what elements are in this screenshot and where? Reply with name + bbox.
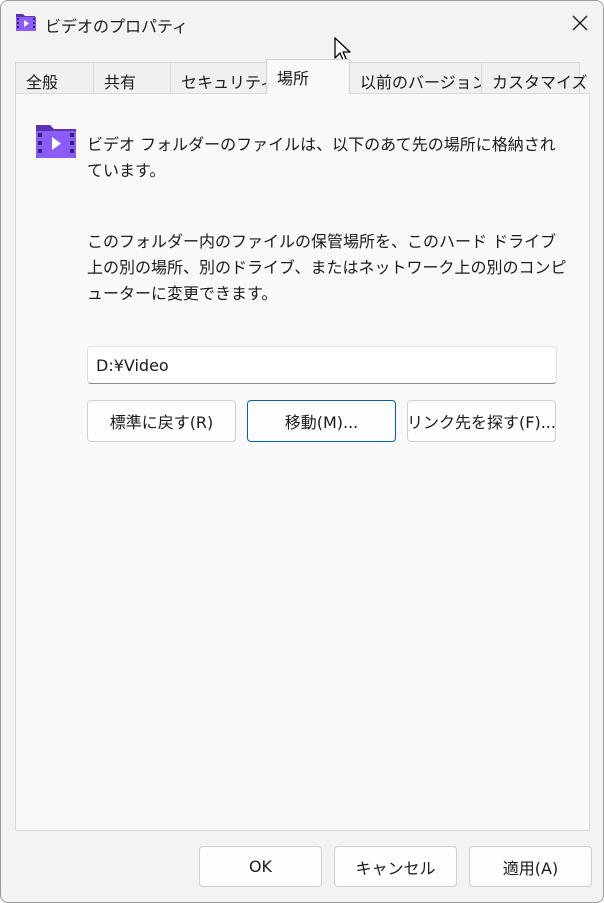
tab-previous-versions[interactable]: 以前のバージョン xyxy=(349,62,488,93)
ok-button[interactable]: OK xyxy=(199,846,322,887)
cancel-button[interactable]: キャンセル xyxy=(334,846,457,887)
close-button[interactable] xyxy=(557,1,603,45)
folder-path-input[interactable] xyxy=(87,346,557,384)
apply-button[interactable]: 適用(A) xyxy=(469,846,592,887)
title-bar: ビデオのプロパティ xyxy=(1,1,603,45)
tab-security[interactable]: セキュリティ xyxy=(170,62,276,93)
relocate-description: このフォルダー内のファイルの保管場所を、このハード ドライブ上の別の場所、別のド… xyxy=(87,232,567,303)
tab-location[interactable]: 場所 xyxy=(266,59,350,94)
restore-default-button[interactable]: 標準に戻す(R) xyxy=(87,400,236,442)
properties-dialog: ビデオのプロパティ 全般 共有 セキュリティ 場所 以前のバージョン カスタマイ… xyxy=(0,0,604,903)
video-folder-icon xyxy=(36,125,76,158)
location-description: ビデオ フォルダーのファイルは、以下のあて先の場所に格納されています。 xyxy=(87,135,556,180)
tab-customize[interactable]: カスタマイズ xyxy=(481,62,588,93)
find-target-button[interactable]: リンク先を探す(F)... xyxy=(407,400,556,442)
tab-panel xyxy=(15,93,590,831)
tab-general[interactable]: 全般 xyxy=(15,62,94,93)
window-title: ビデオのプロパティ xyxy=(45,17,189,36)
video-folder-icon xyxy=(16,14,36,31)
close-icon xyxy=(572,15,588,31)
tab-sharing[interactable]: 共有 xyxy=(93,62,171,93)
move-button[interactable]: 移動(M)... xyxy=(247,400,396,442)
